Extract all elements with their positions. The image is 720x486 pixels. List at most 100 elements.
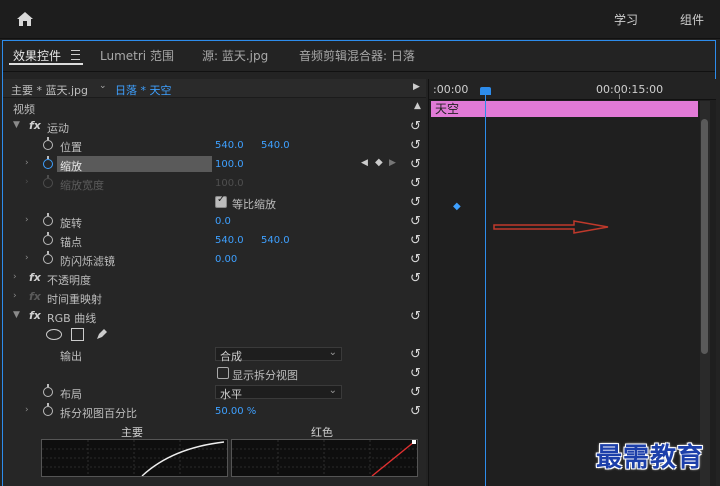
- effect-motion[interactable]: ▼ fx 运动 ↺: [3, 117, 426, 136]
- sequence-clip-label[interactable]: 日落 * 天空: [115, 82, 172, 98]
- anti-flicker-value[interactable]: 0.00: [215, 254, 237, 265]
- home-icon[interactable]: [16, 11, 34, 27]
- fx-badge[interactable]: fx: [29, 119, 41, 132]
- reset-icon[interactable]: ↺: [410, 271, 421, 286]
- stopwatch-icon: [43, 175, 53, 188]
- reset-icon[interactable]: ↺: [410, 138, 421, 153]
- ellipse-mask-icon[interactable]: [46, 329, 62, 340]
- stopwatch-icon[interactable]: [43, 137, 53, 150]
- tab-audio-clip-mixer[interactable]: 音频剪辑混合器: 日落: [299, 47, 415, 64]
- reset-icon[interactable]: ↺: [410, 157, 421, 172]
- stopwatch-icon[interactable]: [43, 384, 53, 397]
- reset-icon[interactable]: ↺: [410, 404, 421, 419]
- panel-menu-icon[interactable]: [71, 50, 80, 60]
- param-position: 位置 540.0 540.0 ↺: [3, 136, 426, 155]
- reset-icon[interactable]: ↺: [410, 214, 421, 229]
- stopwatch-icon[interactable]: [43, 232, 53, 245]
- chevron-right-icon: ›: [25, 177, 29, 187]
- master-clip-label[interactable]: 主要 * 蓝天.jpg: [11, 82, 88, 98]
- collapse-up-icon[interactable]: ▲: [414, 101, 421, 111]
- tab-effect-controls[interactable]: 效果控件: [13, 47, 61, 64]
- expand-timeline-icon[interactable]: ▶: [413, 82, 420, 92]
- playhead-handle[interactable]: [480, 87, 491, 95]
- watermark: 最需教育: [596, 443, 705, 473]
- add-keyframe-icon[interactable]: ◆: [375, 157, 383, 168]
- stopwatch-icon[interactable]: [43, 251, 53, 264]
- output-select[interactable]: 合成 ⌄: [215, 347, 342, 363]
- reset-icon[interactable]: ↺: [410, 366, 421, 381]
- rotation-value[interactable]: 0.0: [215, 216, 231, 227]
- output-select-value: 合成: [220, 350, 242, 363]
- position-x-value[interactable]: 540.0: [215, 140, 244, 151]
- reset-icon[interactable]: ↺: [410, 119, 421, 134]
- tab-source[interactable]: 源: 蓝天.jpg: [202, 47, 268, 64]
- keyframe-icon[interactable]: ◆: [453, 201, 461, 212]
- stopwatch-icon[interactable]: [43, 403, 53, 416]
- timecode-mark: 00:00:15:00: [596, 83, 664, 96]
- anchor-x-value[interactable]: 540.0: [215, 235, 244, 246]
- param-rotation: › 旋转 0.0 ↺: [3, 212, 426, 231]
- time-remapping-label: 时间重映射: [47, 293, 102, 306]
- red-curve-graph[interactable]: [231, 439, 418, 477]
- uniform-scale-checkbox[interactable]: [215, 194, 227, 208]
- effect-opacity[interactable]: › fx 不透明度 ↺: [3, 269, 426, 288]
- fx-badge: fx: [29, 290, 41, 303]
- time-ruler[interactable]: :00:00 00:00:15:00: [429, 79, 716, 100]
- reset-icon[interactable]: ↺: [410, 195, 421, 210]
- next-keyframe-icon[interactable]: ▶: [389, 158, 396, 168]
- reset-icon[interactable]: ↺: [410, 347, 421, 362]
- mask-tools: [3, 326, 426, 345]
- split-view-checkbox[interactable]: [217, 367, 229, 379]
- rgb-curves-label: RGB 曲线: [47, 312, 97, 325]
- reset-icon[interactable]: ↺: [410, 385, 421, 400]
- panel-tab-bar: 效果控件 Lumetri 范围 源: 蓝天.jpg 音频剪辑混合器: 日落: [3, 41, 715, 72]
- chevron-down-icon: ⌄: [328, 385, 337, 396]
- scale-value[interactable]: 100.0: [215, 159, 244, 170]
- effect-rgb-curves[interactable]: ▼ fx RGB 曲线 ↺: [3, 307, 426, 326]
- param-scale: › 缩放 100.0 ◀ ◆ ▶ ↺: [3, 155, 426, 174]
- output-label: 输出: [60, 350, 82, 363]
- chevron-down-icon[interactable]: ▼: [13, 120, 20, 130]
- master-curve-title: 主要: [121, 426, 143, 439]
- split-view-label: 显示拆分视图: [232, 369, 298, 382]
- chevron-right-icon[interactable]: ›: [13, 272, 17, 282]
- workspace-learn[interactable]: 学习: [614, 11, 638, 28]
- chevron-down-icon: ⌄: [328, 347, 337, 358]
- red-curve-title: 红色: [311, 426, 333, 439]
- motion-label: 运动: [47, 122, 69, 135]
- scrollbar-thumb[interactable]: [701, 119, 708, 354]
- layout-select[interactable]: 水平 ⌄: [215, 385, 342, 401]
- position-y-value[interactable]: 540.0: [261, 140, 290, 151]
- chevron-down-icon[interactable]: ⌄: [99, 81, 107, 91]
- chevron-right-icon[interactable]: ›: [13, 291, 17, 301]
- curve-graphs: 主要 红色: [3, 421, 426, 486]
- chevron-right-icon[interactable]: ›: [25, 253, 29, 263]
- uniform-scale-label: 等比缩放: [232, 198, 276, 211]
- playhead[interactable]: [485, 87, 486, 486]
- fx-badge[interactable]: fx: [29, 271, 41, 284]
- fx-badge[interactable]: fx: [29, 309, 41, 322]
- reset-icon[interactable]: ↺: [410, 309, 421, 324]
- reset-icon[interactable]: ↺: [410, 176, 421, 191]
- stopwatch-icon[interactable]: [43, 156, 53, 169]
- anchor-y-value[interactable]: 540.0: [261, 235, 290, 246]
- chevron-right-icon[interactable]: ›: [25, 158, 29, 168]
- workspace-assemble[interactable]: 组件: [680, 11, 704, 28]
- reset-icon[interactable]: ↺: [410, 233, 421, 248]
- chevron-down-icon[interactable]: ▼: [13, 310, 20, 320]
- rectangle-mask-icon[interactable]: [71, 328, 84, 341]
- effect-time-remapping[interactable]: › fx 时间重映射: [3, 288, 426, 307]
- timeline-clip[interactable]: 天空: [431, 101, 698, 117]
- chevron-right-icon[interactable]: ›: [25, 215, 29, 225]
- prev-keyframe-icon[interactable]: ◀: [361, 158, 368, 168]
- tab-lumetri-scopes[interactable]: Lumetri 范围: [100, 47, 174, 64]
- anti-flicker-label: 防闪烁滤镜: [60, 255, 115, 268]
- param-layout: 布局 水平 ⌄ ↺: [3, 383, 426, 402]
- stopwatch-icon[interactable]: [43, 213, 53, 226]
- reset-icon[interactable]: ↺: [410, 252, 421, 267]
- section-video: 视频 ▲: [3, 98, 426, 117]
- split-percent-value[interactable]: 50.00 %: [215, 406, 256, 417]
- chevron-right-icon[interactable]: ›: [25, 405, 29, 415]
- master-curve-graph[interactable]: [41, 439, 228, 477]
- pen-mask-icon[interactable]: [95, 327, 109, 341]
